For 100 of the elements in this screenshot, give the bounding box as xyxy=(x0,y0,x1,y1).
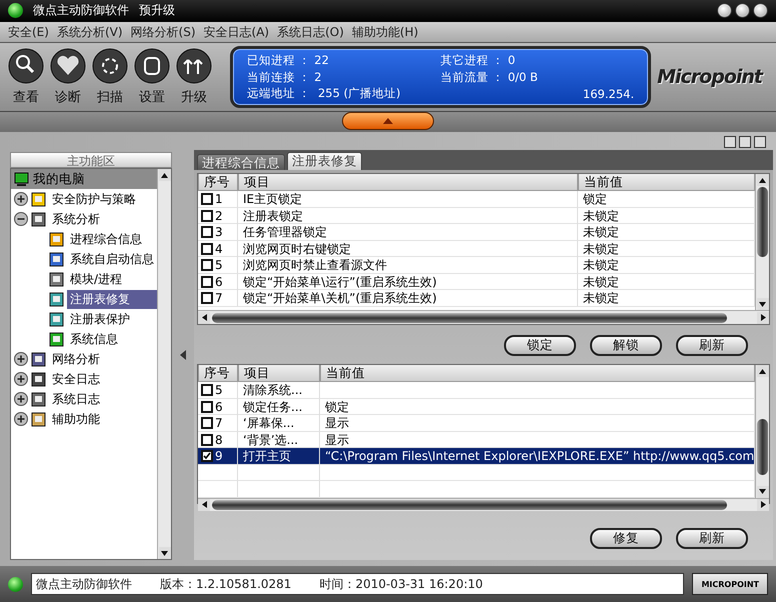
column-header[interactable]: 当前值 xyxy=(578,174,756,192)
checkbox[interactable] xyxy=(201,384,213,396)
toolbar-button[interactable]: 查看 xyxy=(8,48,44,106)
action-button[interactable]: 修复 xyxy=(590,528,662,550)
checkbox[interactable] xyxy=(201,210,213,222)
tab[interactable]: 注册表修复 xyxy=(287,152,362,170)
stat-text: 远端地址 ： 255 (广播地址) xyxy=(247,86,402,102)
row-number: 6 xyxy=(215,274,223,289)
menu-item[interactable]: 安全(E) xyxy=(8,24,49,41)
maximize-button[interactable] xyxy=(735,3,750,18)
expand-icon[interactable] xyxy=(14,192,28,206)
menu-item[interactable]: 网络分析(S) xyxy=(130,24,196,41)
window-title: 微点主动防御软件 xyxy=(33,2,129,20)
column-header[interactable]: 当前值 xyxy=(320,365,756,382)
minimize-button[interactable] xyxy=(717,3,732,18)
checkbox[interactable] xyxy=(201,292,213,304)
table-row[interactable]: 7 ‘屏幕保... 显示 xyxy=(198,415,756,432)
checkbox[interactable] xyxy=(201,226,213,238)
vertical-scrollbar[interactable] xyxy=(157,169,171,560)
table-row[interactable]: 6 锁定任务... 锁定 xyxy=(198,398,756,416)
table-row[interactable]: 5 浏览网页时禁止查看源文件 未锁定 xyxy=(198,257,756,274)
search-icon xyxy=(8,48,44,84)
panel-title: 主功能区 xyxy=(10,152,172,168)
tree-item[interactable]: 安全日志 xyxy=(49,370,103,389)
checkbox[interactable] xyxy=(201,193,213,206)
table-row[interactable]: 6 锁定“开始菜单\运行”(重启系统生效) 未锁定 xyxy=(198,274,756,290)
vertical-scrollbar[interactable] xyxy=(755,174,770,310)
scroll-up-icon[interactable] xyxy=(160,170,169,180)
action-button[interactable]: 刷新 xyxy=(676,335,748,356)
scroll-down-icon[interactable] xyxy=(160,548,169,558)
action-button[interactable]: 刷新 xyxy=(676,528,748,550)
scroll-left-icon[interactable] xyxy=(200,313,208,322)
scroll-right-icon[interactable] xyxy=(758,313,768,322)
tab[interactable]: 进程综合信息 xyxy=(197,154,285,170)
collapse-arrow-icon[interactable] xyxy=(180,350,186,360)
table-cell: 锁定“开始菜单\关机”(重启系统生效) xyxy=(238,290,578,306)
table-row[interactable]: 3 任务管理器锁定 未锁定 xyxy=(198,224,756,241)
horizontal-scrollbar[interactable] xyxy=(198,498,770,511)
scroll-right-icon[interactable] xyxy=(758,500,768,510)
row-number: 4 xyxy=(215,242,223,256)
expand-icon[interactable] xyxy=(14,412,28,426)
logo: Micropoint xyxy=(657,66,762,88)
column-header[interactable]: 序号 xyxy=(198,365,238,382)
tree-item[interactable]: 进程综合信息 xyxy=(67,230,145,249)
collapse-button[interactable] xyxy=(342,112,434,130)
table-row[interactable]: 5 清除系统... xyxy=(198,382,756,399)
collapse-icon[interactable] xyxy=(14,212,28,226)
action-button[interactable]: 解锁 xyxy=(590,335,662,356)
checkbox[interactable] xyxy=(201,434,213,446)
tree-item[interactable]: 系统自启动信息 xyxy=(67,250,157,269)
stat-text: 当前连接 ： 2 xyxy=(247,70,323,85)
status-text: 时间：2010-03-31 16:20:10 xyxy=(319,576,483,593)
table-row[interactable]: 1 IE主页锁定 锁定 xyxy=(198,191,756,208)
expand-icon[interactable] xyxy=(14,352,28,366)
checkbox[interactable] xyxy=(201,259,213,272)
column-header[interactable]: 序号 xyxy=(198,174,238,192)
column-header[interactable]: 项目 xyxy=(238,174,578,192)
tree-item[interactable]: 系统日志 xyxy=(49,390,103,409)
scroll-up-icon[interactable] xyxy=(758,176,768,185)
tree-item[interactable]: 辅助功能 xyxy=(49,410,103,429)
action-button[interactable]: 锁定 xyxy=(504,335,576,356)
expand-icon[interactable] xyxy=(14,392,28,406)
tree-item[interactable]: 系统信息 xyxy=(67,330,121,349)
tree-item[interactable]: 注册表保护 xyxy=(67,310,133,329)
table-row[interactable]: 4 浏览网页时右键锁定 未锁定 xyxy=(198,240,756,258)
checkbox[interactable] xyxy=(201,242,213,255)
table-row[interactable]: 7 锁定“开始菜单\关机”(重启系统生效) 未锁定 xyxy=(198,290,756,307)
scroll-up-icon[interactable] xyxy=(758,366,768,376)
tree-item[interactable]: 安全防护与策略 xyxy=(49,190,139,209)
tree-item[interactable]: 注册表修复 xyxy=(67,290,157,309)
menu-item[interactable]: 安全日志(A) xyxy=(204,24,270,41)
column-header[interactable]: 项目 xyxy=(238,365,320,382)
toolbar-button[interactable]: 扫描 xyxy=(92,48,128,106)
tree-root[interactable]: 我的电脑 xyxy=(11,169,157,190)
checkbox[interactable] xyxy=(201,400,213,413)
toolbar-button[interactable]: 设置 xyxy=(134,48,170,106)
row-number: 1 xyxy=(215,192,223,206)
table-row[interactable]: 2 注册表锁定 未锁定 xyxy=(198,208,756,224)
close-button[interactable] xyxy=(753,3,768,18)
scroll-left-icon[interactable] xyxy=(200,500,208,510)
tree-item[interactable]: 系统分析 xyxy=(49,210,103,229)
tree-item[interactable]: 模块/进程 xyxy=(67,270,126,289)
table-row[interactable]: 8 ‘背景’选... 显示 xyxy=(198,432,756,448)
vertical-scrollbar[interactable] xyxy=(755,365,770,498)
row-number: 6 xyxy=(215,400,223,414)
expand-icon[interactable] xyxy=(14,372,28,386)
toolbar-button[interactable]: 升级 xyxy=(176,48,212,106)
table-row[interactable]: 9 打开主页 “C:\Program Files\Internet Explorer\IEXPLORE.EXE” http://www.qq5.com xyxy=(198,448,756,465)
checkbox[interactable] xyxy=(201,417,213,430)
menu-item[interactable]: 辅助功能(H) xyxy=(352,24,418,41)
toolbar-button[interactable]: 诊断 xyxy=(50,48,86,106)
row-number: 9 xyxy=(215,449,223,464)
horizontal-scrollbar[interactable] xyxy=(198,310,770,324)
row-number: 7 xyxy=(215,291,223,306)
checkbox[interactable] xyxy=(201,276,213,288)
menu-item[interactable]: 系统日志(O) xyxy=(277,24,344,41)
row-number: 3 xyxy=(215,225,223,240)
menu-item[interactable]: 系统分析(V) xyxy=(56,24,123,41)
tree-item[interactable]: 网络分析 xyxy=(49,350,103,369)
checkbox[interactable] xyxy=(201,450,213,462)
